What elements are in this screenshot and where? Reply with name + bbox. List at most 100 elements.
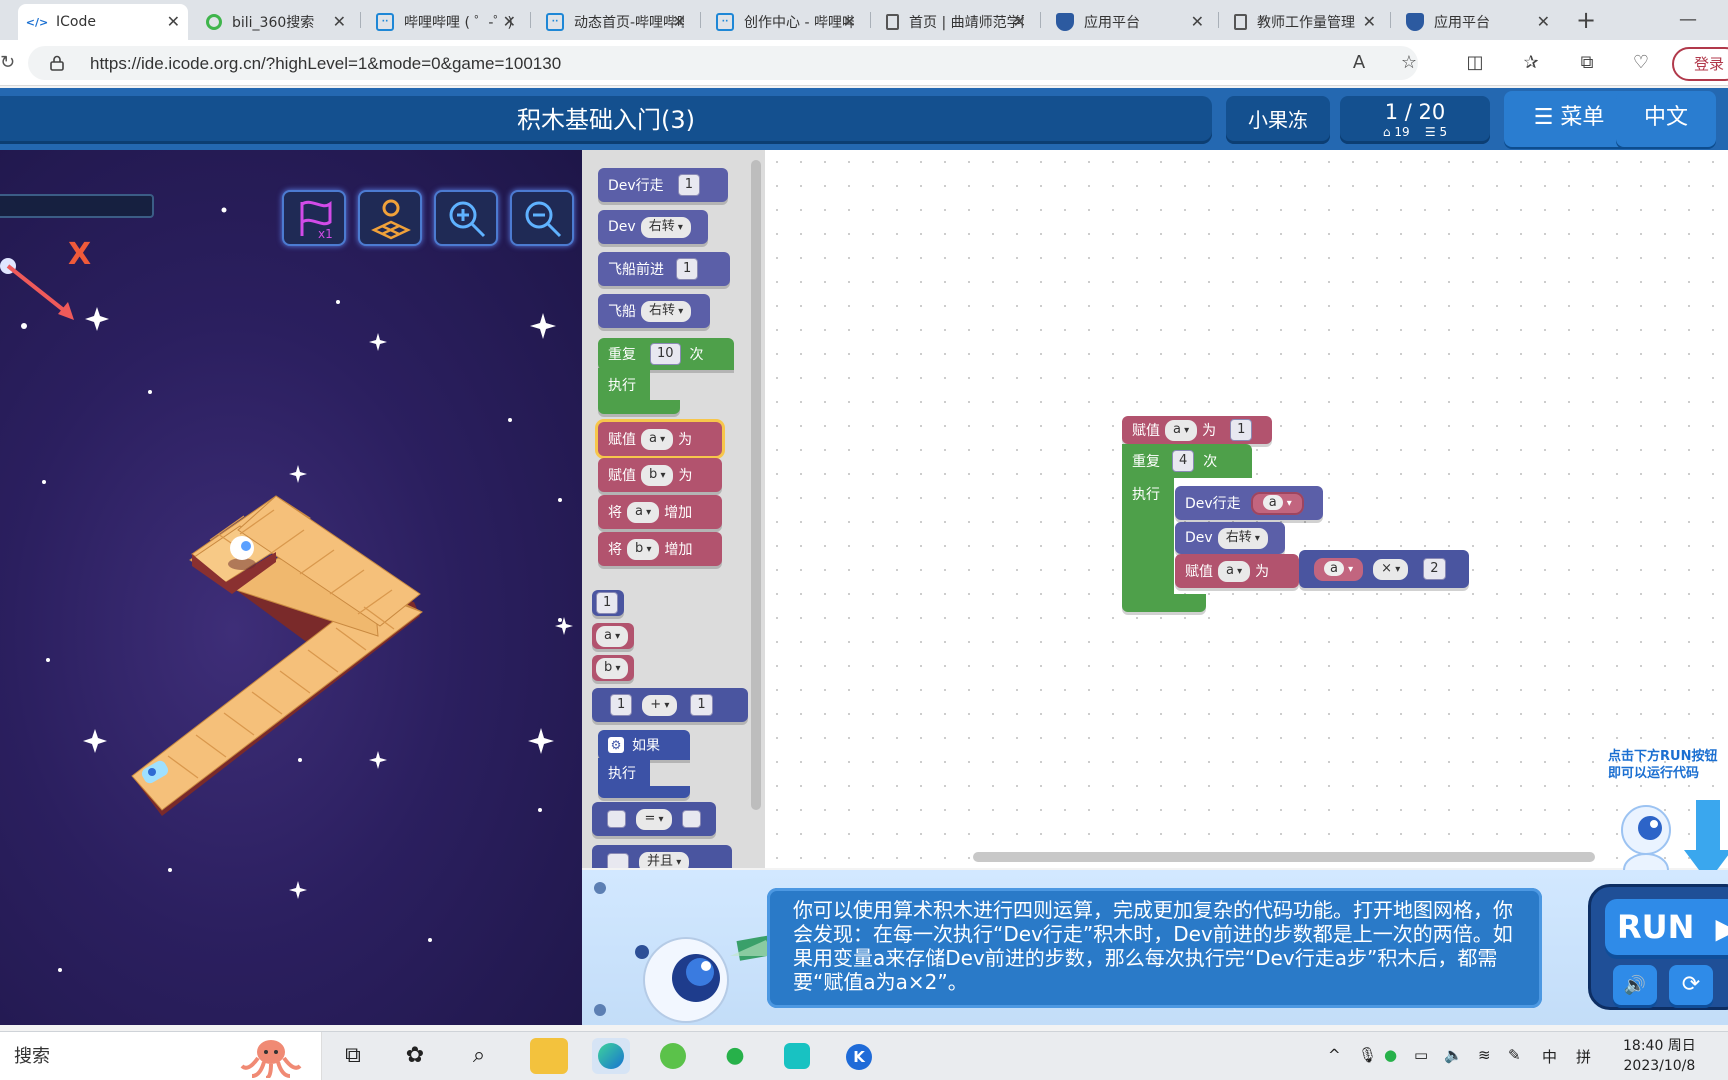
number-slot[interactable]: 1 <box>690 694 713 716</box>
tab-bili-search[interactable]: bili_360搜索 ✕ <box>196 4 354 40</box>
lock-icon[interactable] <box>50 55 64 71</box>
workspace-assign-block[interactable]: 赋值 a 为 1 <box>1122 416 1272 444</box>
palette-increase-b-block[interactable]: 将 b 增加 <box>598 532 722 566</box>
collections-icon[interactable]: ⧉ <box>1570 46 1604 80</box>
palette-variable-b-block[interactable]: b <box>592 655 634 681</box>
microphone-icon[interactable]: 🎙 <box>1358 1046 1377 1064</box>
search-icon[interactable]: ⌕ <box>460 1038 498 1074</box>
palette-ship-forward-block[interactable]: 飞船前进 1 <box>598 252 730 286</box>
palette-ship-turn-block[interactable]: 飞船 右转 <box>598 294 710 328</box>
palette-variable-a-block[interactable]: a <box>592 623 634 649</box>
close-icon[interactable]: ✕ <box>167 12 180 31</box>
new-tab-button[interactable]: + <box>1568 4 1604 36</box>
workspace-multiply-block[interactable]: a × 2 <box>1299 550 1469 588</box>
number-slot[interactable]: 1 <box>676 258 699 280</box>
number-slot[interactable]: 4 <box>1172 450 1195 472</box>
code-workspace[interactable]: 赋值 a 为 1 重复 4 次 执行 Dev行走 a Dev 右转 赋值 a 为… <box>765 150 1728 868</box>
workspace-dev-turn-block[interactable]: Dev 右转 <box>1175 522 1285 554</box>
file-explorer-icon[interactable] <box>530 1038 568 1074</box>
variable-a-reporter[interactable]: a <box>1314 557 1364 581</box>
palette-repeat-block[interactable]: 重复 10 次 <box>598 338 734 370</box>
variable-dropdown[interactable]: a <box>627 501 660 523</box>
palette-dev-walk-block[interactable]: Dev行走 1 <box>598 168 728 202</box>
empty-slot[interactable] <box>607 810 627 828</box>
favorite-star-icon[interactable]: ☆ <box>1392 46 1426 80</box>
volume-icon[interactable]: 🔈 <box>1444 1046 1463 1064</box>
workspace-repeat-body[interactable]: 执行 <box>1122 478 1174 608</box>
wechat-icon[interactable]: ● <box>716 1038 754 1074</box>
gear-icon[interactable]: ⚙ <box>608 737 624 753</box>
variable-dropdown[interactable]: a <box>641 428 674 450</box>
taskbar-search-box[interactable]: 搜索 <box>0 1032 322 1080</box>
empty-slot[interactable] <box>681 810 701 828</box>
close-icon[interactable]: ✕ <box>503 12 516 31</box>
variable-dropdown[interactable]: b <box>641 464 674 486</box>
variable-dropdown[interactable]: b <box>596 657 629 679</box>
task-view-icon[interactable]: ⧉ <box>334 1038 372 1074</box>
tab-bilibili-dynamic[interactable]: ·· 动态首页-哔哩哔哩 ✕ <box>536 4 694 40</box>
palette-dev-turn-block[interactable]: Dev 右转 <box>598 210 708 244</box>
palette-assign-a-block[interactable]: 赋值 a 为 <box>598 422 722 456</box>
pen-icon[interactable]: ✎ <box>1508 1046 1521 1064</box>
palette-and-block[interactable]: 并且 <box>592 845 732 868</box>
language-button[interactable]: 中文 <box>1616 91 1716 147</box>
direction-dropdown[interactable]: 右转 <box>641 300 692 322</box>
operator-dropdown[interactable]: + <box>642 694 678 716</box>
palette-assign-b-block[interactable]: 赋值 b 为 <box>598 458 722 492</box>
direction-dropdown[interactable]: 右转 <box>640 216 691 238</box>
url-text[interactable]: https://ide.icode.org.cn/?highLevel=1&mo… <box>90 54 561 74</box>
url-bar[interactable]: https://ide.icode.org.cn/?highLevel=1&mo… <box>28 46 1418 80</box>
workspace-scrollbar[interactable] <box>973 852 1595 862</box>
read-aloud-icon[interactable]: A <box>1342 46 1376 80</box>
empty-slot[interactable] <box>607 853 629 868</box>
ime-chinese-indicator[interactable]: 中 <box>1542 1046 1557 1067</box>
close-icon[interactable]: ✕ <box>1013 12 1026 31</box>
workspace-assign-multiply-block[interactable]: 赋值 a 为 <box>1175 554 1299 588</box>
login-button[interactable]: 登录 <box>1672 47 1728 81</box>
close-icon[interactable]: ✕ <box>333 12 346 31</box>
palette-number-block[interactable]: 1 <box>592 590 624 616</box>
palette-scrollbar[interactable] <box>751 160 761 810</box>
sound-button[interactable]: 🔊 <box>1613 965 1657 1005</box>
close-icon[interactable]: ✕ <box>843 12 856 31</box>
operator-dropdown[interactable]: × <box>1373 558 1409 580</box>
palette-repeat-do[interactable]: 执行 <box>598 368 650 402</box>
variable-dropdown[interactable]: a <box>1218 560 1251 582</box>
tab-app-platform-2[interactable]: 应用平台 ✕ <box>1396 4 1558 40</box>
screen-recorder-icon[interactable] <box>778 1038 816 1074</box>
tab-teacher-workload[interactable]: 教师工作量管理 ✕ <box>1224 4 1384 40</box>
number-slot[interactable]: 1 <box>677 174 700 196</box>
palette-increase-a-block[interactable]: 将 a 增加 <box>598 495 722 529</box>
close-icon[interactable]: ✕ <box>1537 12 1550 31</box>
palette-if-block[interactable]: ⚙ 如果 <box>598 730 690 760</box>
close-icon[interactable]: ✕ <box>673 12 686 31</box>
split-screen-icon[interactable]: ◫ <box>1458 46 1492 80</box>
wechat-tray-icon[interactable]: ● <box>1384 1046 1397 1064</box>
run-button[interactable]: RUN ▶ <box>1605 899 1728 955</box>
number-slot[interactable]: 1 <box>1230 419 1253 441</box>
tab-app-platform[interactable]: 应用平台 ✕ <box>1046 4 1212 40</box>
tab-icode[interactable]: </> ICode ✕ <box>18 4 188 40</box>
palette-if-do[interactable]: 执行 <box>598 758 650 788</box>
workspace-repeat-block[interactable]: 重复 4 次 <box>1122 444 1252 478</box>
palette-compare-block[interactable]: = <box>592 802 716 836</box>
tray-expand-icon[interactable]: ^ <box>1328 1046 1341 1064</box>
k-app-icon[interactable]: K <box>840 1038 878 1074</box>
user-name[interactable]: 小果冻 <box>1226 96 1330 144</box>
refresh-icon[interactable]: ↻ <box>0 52 15 73</box>
number-slot[interactable]: 10 <box>650 343 681 365</box>
taskbar-clock[interactable]: 18:40 周日 2023/10/8 <box>1623 1036 1696 1076</box>
number-slot[interactable]: 1 <box>610 694 633 716</box>
workspace-dev-walk-block[interactable]: Dev行走 a <box>1175 486 1323 520</box>
wifi-icon[interactable]: ≋ <box>1478 1046 1491 1064</box>
ime-layout-indicator[interactable]: 拼 <box>1576 1046 1591 1067</box>
battery-icon[interactable]: ▭ <box>1414 1046 1428 1064</box>
tab-bilibili-creator[interactable]: ·· 创作中心 - 哔哩哔哩 ✕ <box>706 4 864 40</box>
browser-health-icon[interactable]: ♡ <box>1624 46 1658 80</box>
menu-button[interactable]: ☰ 菜单 <box>1504 91 1634 147</box>
variable-dropdown[interactable]: a <box>596 625 629 647</box>
favorites-list-icon[interactable]: ✰ <box>1514 46 1548 80</box>
tab-qjnu-home[interactable]: 首页 | 曲靖师范学院 ✕ <box>876 4 1034 40</box>
browser-360-icon[interactable] <box>654 1038 692 1074</box>
close-icon[interactable]: ✕ <box>1191 12 1204 31</box>
